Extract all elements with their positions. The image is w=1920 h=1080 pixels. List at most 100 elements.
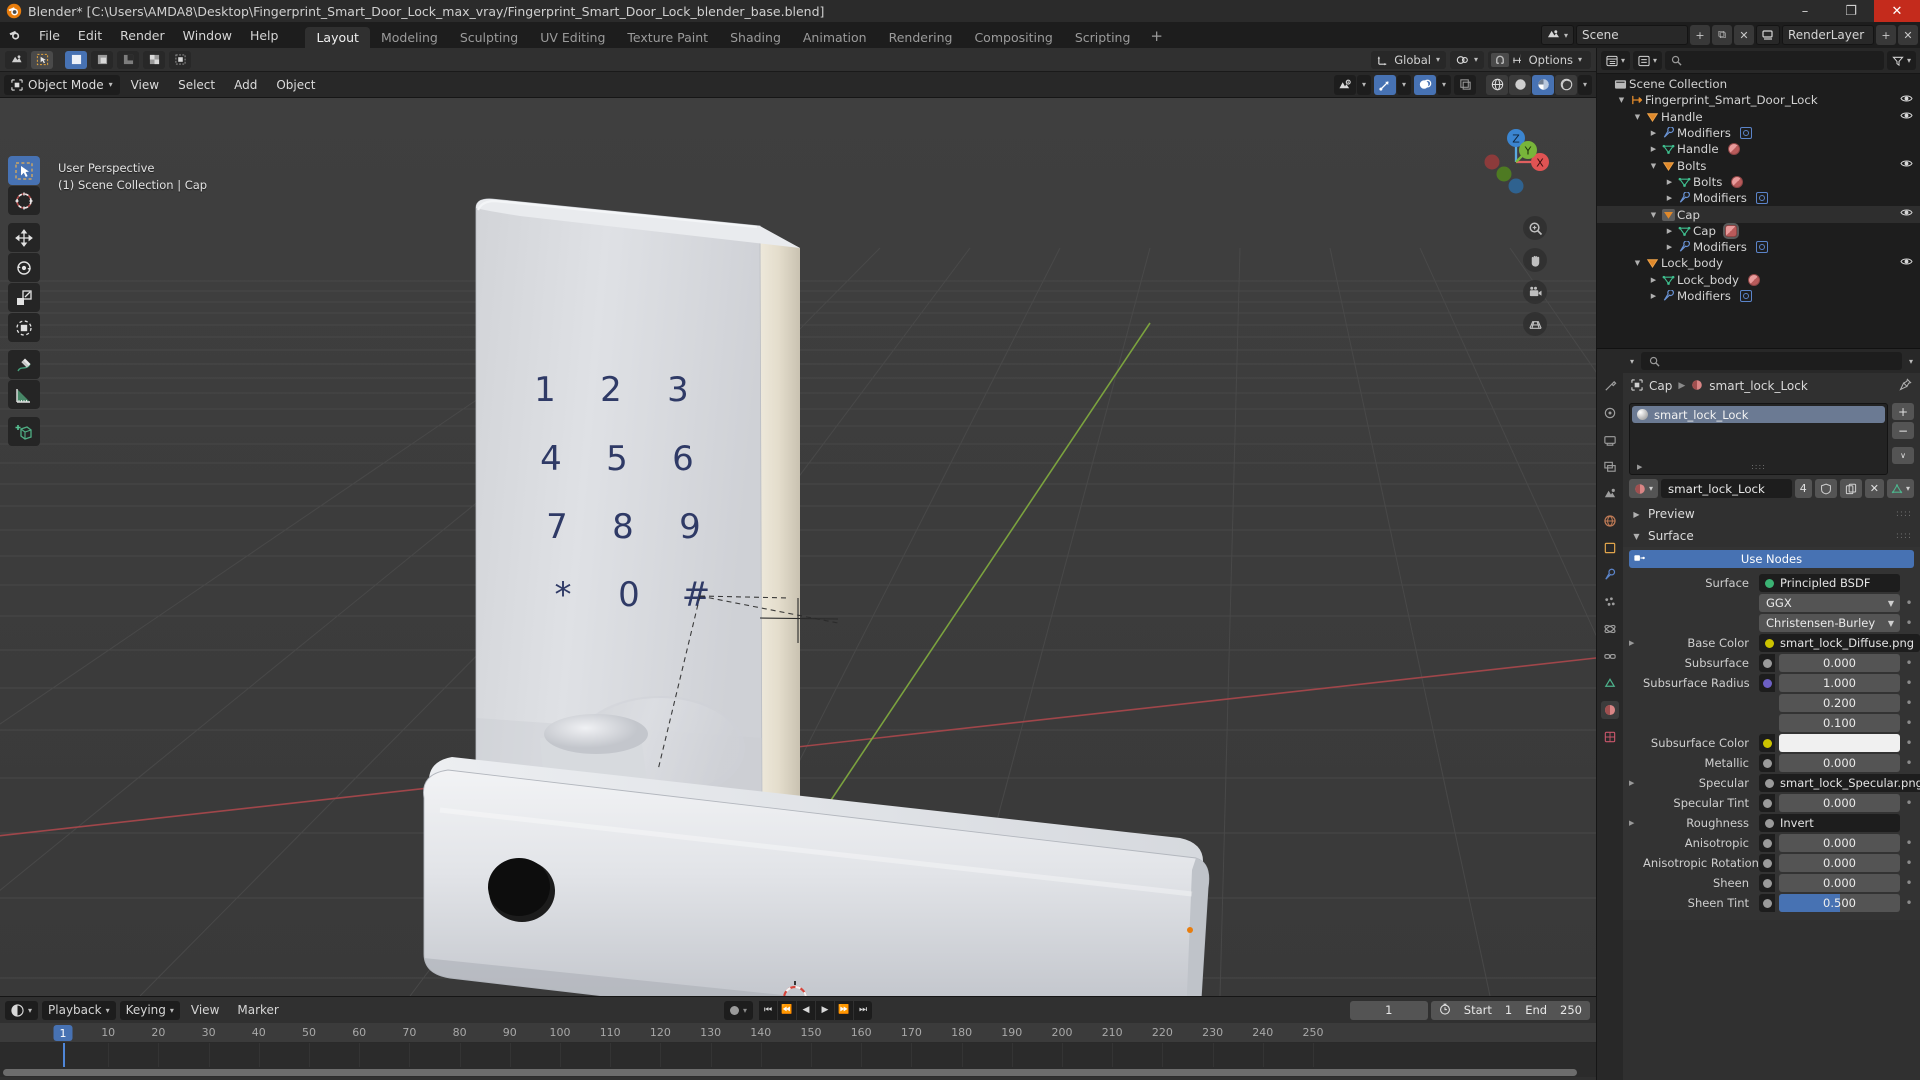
tab-rendering[interactable]: Rendering — [878, 27, 964, 48]
tab-layout[interactable]: Layout — [305, 27, 370, 48]
outliner-row-modifiers[interactable]: ▶ Modifiers — [1597, 288, 1920, 304]
chevron-right-icon[interactable]: ▶ — [1629, 639, 1639, 647]
new-viewlayer-button[interactable]: + — [1876, 25, 1896, 45]
texture-properties-tab[interactable] — [1601, 728, 1619, 746]
unlink-material-button[interactable]: ✕ — [1864, 479, 1884, 498]
visibility-eye-icon[interactable] — [1900, 256, 1913, 270]
property-value-specular-tint[interactable]: 0.000 — [1779, 794, 1900, 812]
chevron-right-icon[interactable]: ▶ — [1629, 819, 1639, 827]
property-value-subsurface-radius-z[interactable]: 0.100 — [1779, 714, 1900, 732]
timeline-scrollbar-thumb[interactable] — [3, 1068, 1578, 1076]
play-reverse-button[interactable]: ◀ — [797, 1000, 816, 1020]
slot-resize-grip[interactable]: :::: — [1751, 462, 1766, 471]
current-frame-indicator[interactable]: 1 — [53, 1025, 73, 1041]
tab-sculpting[interactable]: Sculpting — [449, 27, 529, 48]
jump-to-start-button[interactable]: ⏮ — [759, 1000, 778, 1020]
outliner-search-input[interactable] — [1665, 51, 1884, 70]
chevron-right-icon[interactable]: ▶ — [1663, 178, 1676, 186]
rotate-tool[interactable] — [8, 253, 40, 282]
properties-scroll-area[interactable]: ▶ Preview :::: ▼ Surface :::: Use Nodes … — [1623, 503, 1920, 1080]
visibility-eye-icon[interactable] — [1900, 158, 1913, 172]
outliner-row-fingerprint-smart-door-lock[interactable]: ▼ Fingerprint_Smart_Door_Lock — [1597, 92, 1920, 108]
add-material-slot-button[interactable]: + — [1892, 403, 1914, 420]
animate-property-dot[interactable]: • — [1904, 836, 1914, 850]
modifier-badge-icon[interactable] — [1755, 241, 1768, 254]
navigation-gizmo[interactable]: Z X Y — [1480, 126, 1552, 198]
select-invert-icon[interactable] — [143, 50, 165, 69]
chevron-down-icon[interactable]: ▼ — [1631, 259, 1644, 267]
outliner-row-handle[interactable]: ▶ Handle — [1597, 141, 1920, 157]
shading-dropdown-chevron[interactable]: ▾ — [1578, 74, 1592, 95]
viewport-options-button[interactable]: Options ▾ — [1520, 50, 1590, 69]
select-subtract-icon[interactable] — [117, 50, 139, 69]
xray-toggle-icon[interactable] — [1454, 74, 1476, 95]
chevron-right-icon[interactable]: ▶ — [1663, 194, 1676, 202]
tab-texture-paint[interactable]: Texture Paint — [616, 27, 719, 48]
grid-icon[interactable] — [1523, 312, 1547, 336]
viewlayer-icon[interactable] — [1756, 25, 1780, 45]
chevron-right-icon[interactable]: ▶ — [1647, 145, 1660, 153]
view-layer-properties-tab[interactable] — [1601, 458, 1619, 476]
material-badge-icon[interactable] — [1724, 224, 1737, 237]
frame-range-group[interactable]: Start 1 End 250 — [1430, 1000, 1590, 1020]
gizmo-dropdown-chevron[interactable]: ▾ — [1397, 74, 1411, 95]
auto-keying-toggle[interactable]: ▾ — [723, 1000, 754, 1020]
scene-name-field[interactable]: Scene — [1576, 25, 1688, 45]
add-workspace-button[interactable]: + — [1141, 27, 1172, 48]
blender-menu-icon[interactable] — [0, 22, 30, 48]
property-value-specular[interactable]: smart_lock_Specular.png — [1759, 774, 1920, 792]
play-button[interactable]: ▶ — [816, 1000, 835, 1020]
slot-specials-chevron[interactable]: ▶ — [1637, 463, 1642, 471]
browse-material-button[interactable]: ▾ — [1629, 479, 1659, 498]
animate-property-dot[interactable]: • — [1904, 876, 1914, 890]
previous-keyframe-button[interactable]: ⏪ — [778, 1000, 797, 1020]
outliner-row-modifiers[interactable]: ▶ Modifiers — [1597, 239, 1920, 255]
tool-properties-tab[interactable] — [1601, 377, 1619, 395]
annotate-tool[interactable] — [8, 350, 40, 379]
material-badge-icon[interactable] — [1747, 273, 1760, 286]
outliner-tree[interactable]: Scene Collection ▼ Fingerprint_Smart_Door_… — [1597, 74, 1920, 348]
property-value-distribution[interactable]: GGX ▼ — [1759, 594, 1900, 612]
modifier-badge-icon[interactable] — [1739, 127, 1752, 140]
outliner-row-cap[interactable]: ▼ Cap — [1597, 206, 1920, 223]
menu-render[interactable]: Render — [111, 22, 174, 48]
animate-property-dot[interactable]: • — [1904, 856, 1914, 870]
material-data-selector[interactable]: ▾ — [1886, 479, 1914, 498]
transform-orientation-selector[interactable]: Global ▾ — [1371, 50, 1446, 69]
pin-icon[interactable] — [1899, 378, 1912, 394]
breadcrumb-material-name[interactable]: smart_lock_Lock — [1709, 379, 1808, 393]
property-value-subsurface-method[interactable]: Christensen-Burley ▼ — [1759, 614, 1900, 632]
move-tool[interactable] — [8, 223, 40, 252]
breadcrumb-object-name[interactable]: Cap — [1649, 379, 1672, 393]
material-users-count[interactable]: 4 — [1794, 479, 1812, 498]
property-value-subsurface-color[interactable] — [1779, 734, 1900, 752]
next-keyframe-button[interactable]: ⏩ — [835, 1000, 854, 1020]
menu-help[interactable]: Help — [241, 22, 288, 48]
rendered-shading-icon[interactable] — [1555, 74, 1577, 95]
tab-shading[interactable]: Shading — [719, 27, 792, 48]
visibility-selector[interactable]: ▾ — [1334, 74, 1371, 95]
menu-edit[interactable]: Edit — [69, 22, 111, 48]
property-value-surface[interactable]: Principled BSDF — [1759, 574, 1900, 592]
magnet-icon[interactable] — [1490, 52, 1509, 67]
timeline-menu-keying[interactable]: Keying ▾ — [119, 1000, 180, 1020]
physics-properties-tab[interactable] — [1601, 620, 1619, 638]
tab-scripting[interactable]: Scripting — [1064, 27, 1142, 48]
viewport-menu-object[interactable]: Object — [268, 75, 323, 95]
scale-tool[interactable] — [8, 283, 40, 312]
outliner-row-lock-body[interactable]: ▼ Lock_body — [1597, 255, 1920, 271]
property-value-anisotropic-rotation[interactable]: 0.000 — [1779, 854, 1900, 872]
properties-back-chevron[interactable]: ▾ — [1627, 357, 1637, 366]
animate-property-dot[interactable]: • — [1904, 676, 1914, 690]
property-value-subsurface-radius-y[interactable]: 0.200 — [1779, 694, 1900, 712]
editor-type-icon[interactable] — [5, 50, 27, 69]
interaction-mode-selector[interactable]: Object Mode ▾ — [4, 74, 120, 95]
property-value-sheen[interactable]: 0.000 — [1779, 874, 1900, 892]
world-properties-tab[interactable] — [1601, 512, 1619, 530]
outliner-row-lock-body[interactable]: ▶ Lock_body — [1597, 272, 1920, 288]
solid-shading-icon[interactable] — [1509, 74, 1531, 95]
properties-filter-chevron[interactable]: ▾ — [1906, 357, 1916, 366]
chevron-right-icon[interactable]: ▶ — [1629, 779, 1639, 787]
viewport-canvas[interactable]: 1 2 3 4 5 6 7 8 9 * 0 # User Perspective… — [0, 98, 1596, 996]
chevron-down-icon[interactable]: ▼ — [1647, 211, 1660, 219]
